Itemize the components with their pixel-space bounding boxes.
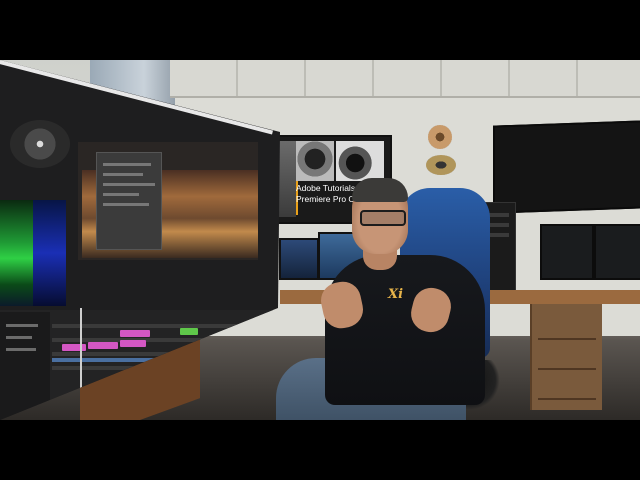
tv-vr-camera-image	[336, 141, 384, 181]
letterbox-bottom	[0, 420, 640, 480]
drawer	[538, 342, 596, 370]
drawer	[538, 312, 596, 340]
timeline-clip	[120, 330, 150, 337]
person-hair	[352, 178, 408, 202]
shirt-logo: Xi	[388, 287, 404, 302]
color-wheel	[10, 120, 70, 168]
tv-camera-image	[296, 141, 334, 181]
person-torso	[325, 255, 485, 405]
timeline-clip	[62, 344, 86, 351]
timeline-track	[52, 352, 262, 356]
dialog-text-line	[103, 203, 149, 206]
video-frame: Adobe Tutorials VR 1 Premiere Pro CC 20 …	[0, 60, 640, 420]
timeline-playhead	[80, 308, 82, 390]
timeline-clip	[180, 328, 198, 335]
dialog-text-line	[103, 193, 139, 196]
timeline-clip	[88, 342, 118, 349]
desk-monitor	[594, 224, 640, 280]
desk-monitor	[540, 224, 594, 280]
letterbox-top	[0, 0, 640, 60]
wall-clock	[428, 125, 452, 149]
wall-ornament	[426, 155, 456, 175]
timeline-clip	[120, 340, 146, 347]
dialog-text-line	[103, 183, 155, 186]
ceiling-tiles	[170, 60, 640, 98]
vectorscope	[33, 200, 66, 306]
panel-text-line	[6, 324, 38, 327]
dialog-text-line	[103, 163, 151, 166]
panel-text-line	[6, 336, 32, 339]
drawer	[538, 372, 596, 400]
desk-monitor	[279, 238, 319, 280]
drawer-cabinet	[530, 304, 602, 410]
glasses	[360, 210, 406, 226]
panel-text-line	[6, 348, 36, 351]
wall-monitor	[493, 120, 640, 214]
tools-panel	[0, 312, 50, 420]
settings-dialog	[96, 152, 162, 250]
dialog-text-line	[103, 173, 143, 176]
timeline-track	[52, 338, 262, 342]
